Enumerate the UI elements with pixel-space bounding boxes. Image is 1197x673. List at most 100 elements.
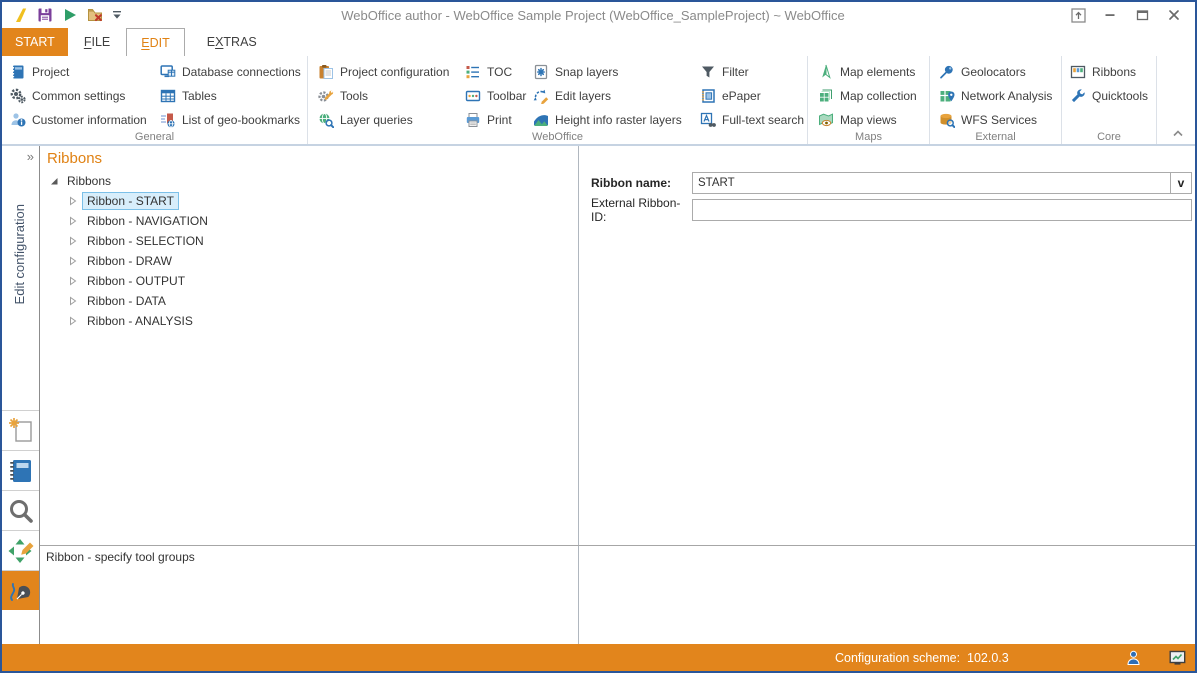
ribbon-item-snap-layers[interactable]: Snap layers: [533, 60, 700, 84]
tab-extras[interactable]: EXTRAS: [193, 28, 271, 56]
tree-item-ribbon-navigation[interactable]: Ribbon - NAVIGATION: [40, 211, 578, 231]
ribbon-item-common-settings[interactable]: Common settings: [10, 84, 160, 108]
tree-item-ribbon-data[interactable]: Ribbon - DATA: [40, 291, 578, 311]
cylinder-magnifier-icon: [939, 112, 955, 128]
external-ribbon-id-input[interactable]: [692, 199, 1192, 221]
sidebar-item-preview[interactable]: [2, 490, 39, 530]
run-button[interactable]: [60, 5, 80, 25]
tab-file[interactable]: FILE: [70, 28, 124, 56]
sidebar-item-project[interactable]: [2, 450, 39, 490]
close-button[interactable]: [1159, 4, 1189, 26]
ribbon-item-edit-layers[interactable]: Edit layers: [533, 84, 700, 108]
ribbon-group-label: Maps: [808, 131, 929, 143]
project-notebook-icon: [7, 457, 35, 485]
external-ribbon-id-label: External Ribbon-ID:: [579, 196, 692, 224]
system-monitor-icon: [1169, 650, 1186, 666]
tree-item-ribbon-output[interactable]: Ribbon - OUTPUT: [40, 271, 578, 291]
ribbon-item-project[interactable]: Project: [10, 60, 160, 84]
clipboard-icon: [318, 64, 334, 80]
tree-item-ribbon-draw[interactable]: Ribbon - DRAW: [40, 251, 578, 271]
tree-pane: Ribbons Ribbons Ribbon - START Ribbon - …: [40, 146, 579, 545]
title-bar: WebOffice author - WebOffice Sample Proj…: [2, 2, 1195, 28]
system-status-button[interactable]: [1168, 649, 1186, 667]
ribbon-item-epaper[interactable]: ePaper: [700, 84, 808, 108]
popout-button[interactable]: [1063, 4, 1093, 26]
map-pin-icon: [939, 88, 955, 104]
tree-item-ribbon-start[interactable]: Ribbon - START: [40, 191, 578, 211]
left-sidebar: » Edit configuration: [2, 146, 40, 644]
ribbon-item-tables[interactable]: Tables: [160, 84, 300, 108]
maximize-button[interactable]: [1127, 4, 1157, 26]
ribbon-item-database-connections[interactable]: Database connections: [160, 60, 300, 84]
arrows-pencil-icon: [533, 88, 549, 104]
ribbon-item-full-text-search[interactable]: Full-text search: [700, 108, 808, 132]
collapse-ribbon-button[interactable]: [1170, 127, 1186, 139]
app-window: WebOffice author - WebOffice Sample Proj…: [0, 0, 1197, 673]
tree-expand-icon[interactable]: [69, 255, 79, 267]
ribbon-item-map-elements[interactable]: Map elements: [818, 60, 928, 84]
details-split: Ribbon - specify tool groups: [40, 545, 1195, 644]
toc-list-icon: [465, 64, 481, 80]
ribbon-item-customer-information[interactable]: Customer information: [10, 108, 160, 132]
ribbon-item-map-collection[interactable]: Map collection: [818, 84, 928, 108]
ribbon-item-filter[interactable]: Filter: [700, 60, 808, 84]
mountains-icon: [533, 112, 549, 128]
ribbon-item-toc[interactable]: TOC: [465, 60, 533, 84]
tree-collapse-icon[interactable]: [49, 175, 59, 187]
ribbon-group-label: Core: [1062, 131, 1156, 143]
edit-pencil-button[interactable]: [10, 5, 30, 25]
maximize-icon: [1136, 9, 1149, 21]
user-status-button[interactable]: [1124, 649, 1142, 667]
sidebar-item-new-configuration[interactable]: [2, 410, 39, 450]
ribbon-item-tools[interactable]: Tools: [318, 84, 465, 108]
sidebar-expand-button[interactable]: »: [27, 149, 34, 164]
sidebar-title: Edit configuration: [12, 204, 27, 304]
tree-expand-icon[interactable]: [69, 215, 79, 227]
tree-expand-icon[interactable]: [69, 195, 79, 207]
ribbon-item-layer-queries[interactable]: Layer queries: [318, 108, 465, 132]
ribbon-window-icon: [1070, 64, 1086, 80]
save-button[interactable]: [35, 5, 55, 25]
ribbon-item-geo-bookmarks[interactable]: List of geo-bookmarks: [160, 108, 300, 132]
table-icon: [160, 88, 176, 104]
ribbon-item-geolocators[interactable]: Geolocators: [939, 60, 1059, 84]
ribbon-item-project-configuration[interactable]: Project configuration: [318, 60, 465, 84]
ribbon-name-label: Ribbon name:: [579, 176, 692, 190]
tab-edit[interactable]: EDIT: [126, 28, 184, 56]
ribbon-item-print[interactable]: Print: [465, 108, 533, 132]
tree-expand-icon[interactable]: [69, 315, 79, 327]
hint-text: Ribbon - specify tool groups: [40, 546, 578, 564]
tree-root-ribbons[interactable]: Ribbons: [40, 171, 578, 191]
sidebar-item-edit-position[interactable]: [2, 530, 39, 570]
ribbon-item-wfs-services[interactable]: WFS Services: [939, 108, 1059, 132]
ribbon-item-toolbar[interactable]: Toolbar: [465, 84, 533, 108]
window-controls: [1063, 4, 1195, 26]
tree-expand-icon[interactable]: [69, 235, 79, 247]
north-arrow-icon: [818, 64, 834, 80]
details-empty-pane: [579, 546, 1195, 644]
stacked-maps-icon: [818, 88, 834, 104]
ribbon-name-dropdown-button[interactable]: v: [1171, 172, 1192, 194]
tree-item-ribbon-selection[interactable]: Ribbon - SELECTION: [40, 231, 578, 251]
sidebar-item-edit-configuration[interactable]: [2, 570, 39, 610]
ribbon-item-height-info-raster-layers[interactable]: Height info raster layers: [533, 108, 700, 132]
tab-start[interactable]: START: [2, 28, 68, 56]
qat-customize-button[interactable]: [110, 5, 123, 25]
ribbon-group-core: Ribbons Quicktools Core: [1062, 56, 1157, 144]
magnifier-icon: [7, 497, 35, 525]
ribbon-item-network-analysis[interactable]: Network Analysis: [939, 84, 1059, 108]
tree-expand-icon[interactable]: [69, 295, 79, 307]
ribbon-name-input[interactable]: [692, 172, 1171, 194]
ribbon-item-quicktools[interactable]: Quicktools: [1070, 84, 1155, 108]
configuration-scheme-text: Configuration scheme: 102.0.3: [835, 644, 1009, 671]
close-project-button[interactable]: [85, 5, 105, 25]
ribbon-item-ribbons[interactable]: Ribbons: [1070, 60, 1155, 84]
ribbon-item-map-views[interactable]: Map views: [818, 108, 928, 132]
run-icon: [62, 7, 78, 23]
tree-item-ribbon-analysis[interactable]: Ribbon - ANALYSIS: [40, 311, 578, 331]
minimize-button[interactable]: [1095, 4, 1125, 26]
gears-icon: [10, 88, 26, 104]
chevron-up-icon: [1172, 129, 1184, 137]
gear-wrench-icon: [318, 88, 334, 104]
tree-expand-icon[interactable]: [69, 275, 79, 287]
